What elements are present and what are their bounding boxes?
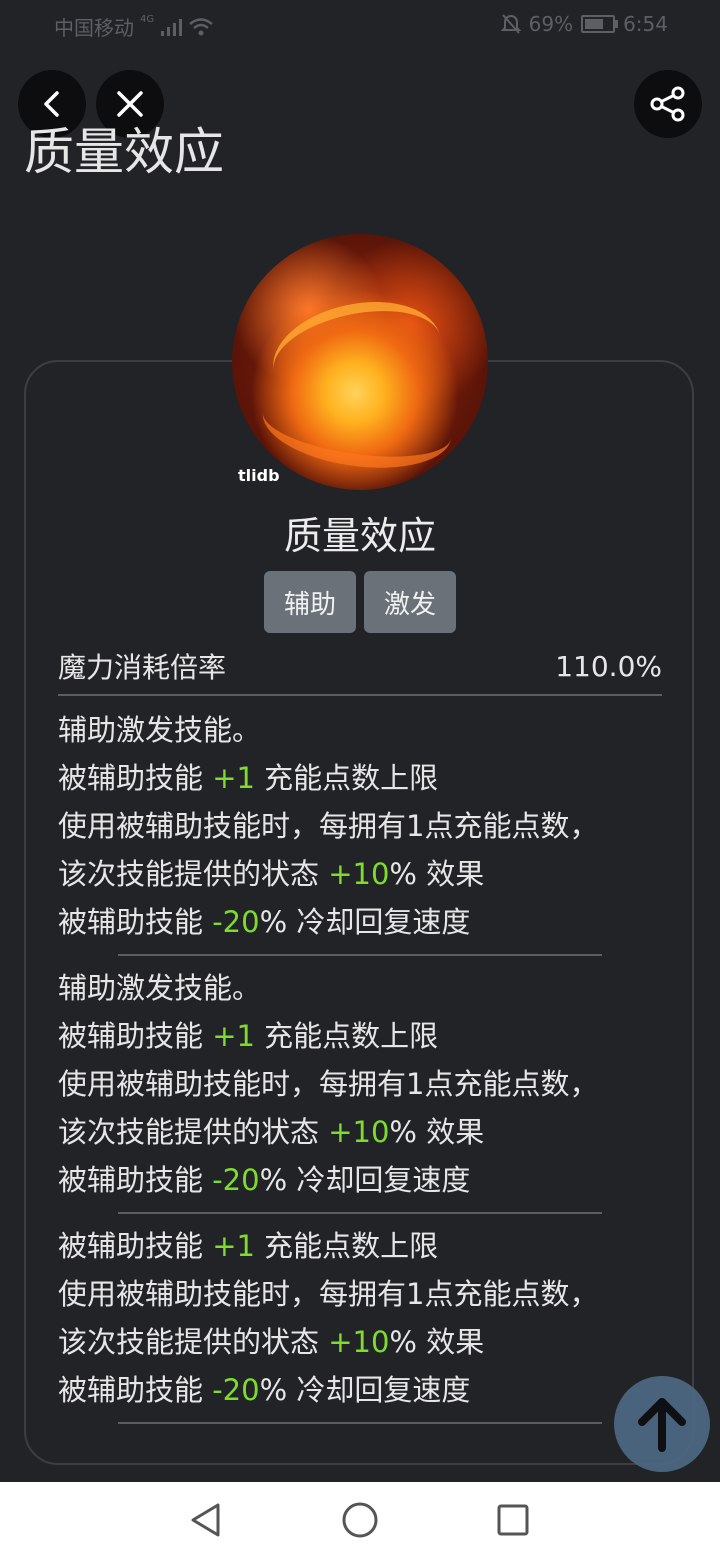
description-line: 被辅助技能 -20% 冷却回复速度: [58, 1373, 471, 1407]
home-circle-icon: [342, 1502, 378, 1538]
nav-back-button[interactable]: [186, 1500, 226, 1540]
description-line: 使用被辅助技能时，每拥有1点充能点数，: [58, 1277, 599, 1311]
watermark-label: tlidb: [238, 466, 280, 485]
battery-percent: 69%: [528, 12, 574, 36]
page-title: 质量效应: [24, 123, 224, 181]
status-bar: 中国移动 4G 69% 6:54: [0, 0, 720, 48]
description-line: 使用被辅助技能时，每拥有1点充能点数，: [58, 1067, 599, 1101]
description-section-1: 辅助激发技能。 被辅助技能 +1 充能点数上限 使用被辅助技能时，每拥有1点充能…: [58, 706, 658, 946]
description-line: 被辅助技能 -20% 冷却回复速度: [58, 1163, 471, 1197]
description-line: 被辅助技能 +1 充能点数上限: [58, 1019, 439, 1053]
clock: 6:54: [623, 12, 668, 36]
scroll-top-button[interactable]: [614, 1376, 710, 1472]
description-line: 该次技能提供的状态 +10% 效果: [58, 1325, 485, 1359]
description-line: 被辅助技能 +1 充能点数上限: [58, 761, 439, 795]
skill-name: 质量效应: [283, 514, 436, 558]
description-section-3: 被辅助技能 +1 充能点数上限 使用被辅助技能时，每拥有1点充能点数， 该次技能…: [58, 1222, 658, 1414]
description-line: 该次技能提供的状态 +10% 效果: [58, 1115, 485, 1149]
signal-icon: [161, 18, 183, 36]
mute-bell-icon: [500, 14, 521, 34]
stat-label: 魔力消耗倍率: [58, 651, 227, 684]
description-line: 被辅助技能 -20% 冷却回复速度: [58, 905, 471, 939]
stat-row: 魔力消耗倍率 110.0%: [58, 644, 662, 696]
arrow-up-icon: [638, 1398, 686, 1452]
description-line: 该次技能提供的状态 +10% 效果: [58, 857, 485, 891]
tag-list: 辅助 激发: [264, 571, 456, 633]
share-icon: [650, 86, 685, 122]
description-line: 使用被辅助技能时，每拥有1点充能点数，: [58, 809, 599, 843]
section-divider: [118, 954, 602, 956]
carrier-label: 中国移动: [54, 16, 134, 40]
description-line: 被辅助技能 +1 充能点数上限: [58, 1229, 439, 1263]
description-line: 辅助激发技能。: [58, 971, 262, 1005]
tag-trigger[interactable]: 激发: [364, 571, 456, 633]
nav-recents-button[interactable]: [493, 1500, 533, 1540]
section-divider: [118, 1422, 602, 1424]
network-type: 4G: [140, 14, 155, 25]
skill-icon-image: [232, 234, 488, 490]
tag-support[interactable]: 辅助: [264, 571, 356, 633]
battery-icon: [581, 15, 619, 33]
system-nav-bar: [0, 1482, 720, 1560]
recents-square-icon: [497, 1504, 529, 1536]
stat-value: 110.0%: [555, 649, 662, 683]
description-section-2: 辅助激发技能。 被辅助技能 +1 充能点数上限 使用被辅助技能时，每拥有1点充能…: [58, 964, 658, 1204]
wifi-icon: [189, 17, 213, 35]
section-divider: [118, 1212, 602, 1214]
nav-home-button[interactable]: [340, 1500, 380, 1540]
back-triangle-icon: [191, 1503, 220, 1537]
description-line: 辅助激发技能。: [58, 713, 262, 747]
share-button[interactable]: [634, 70, 702, 138]
